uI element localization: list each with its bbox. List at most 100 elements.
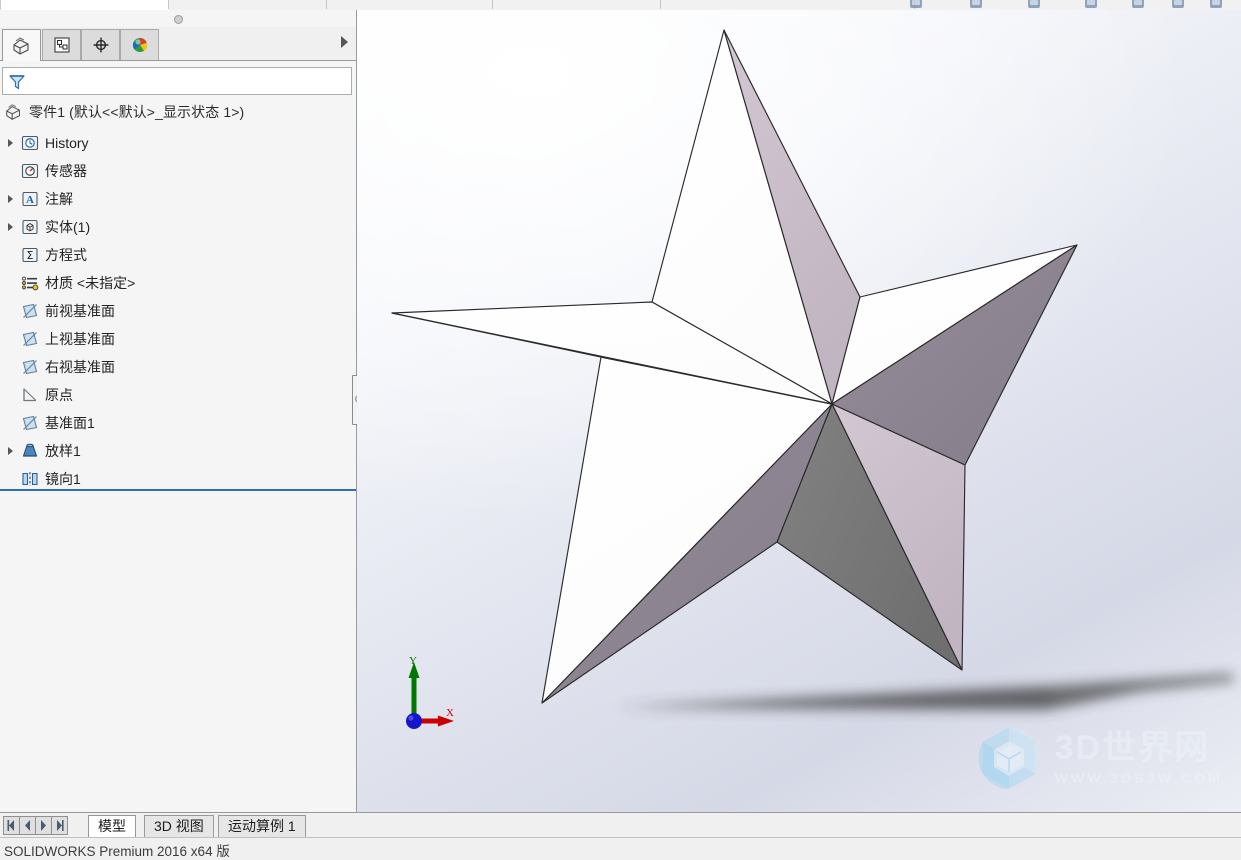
tree-item-label: 实体(1)	[45, 219, 91, 235]
tree-item-label: 上视基准面	[45, 331, 115, 347]
toolbar-icon-1[interactable]	[910, 0, 922, 8]
expand-chevron-icon[interactable]	[4, 437, 20, 465]
tree-item-equations[interactable]: Σ 方程式	[0, 241, 356, 269]
model-shadow	[615, 674, 1235, 710]
triad-x-label: X	[446, 707, 454, 719]
loft-icon	[20, 441, 40, 461]
tree-item-right-plane[interactable]: 右视基准面	[0, 353, 356, 381]
tree-filter-box[interactable]	[2, 67, 352, 95]
tab-feature-manager[interactable]	[2, 29, 41, 61]
document-tab-bar: 模型 3D 视图 运动算例 1	[0, 812, 1241, 838]
tree-item-label: 镜向1	[45, 471, 81, 487]
plane-icon	[20, 329, 40, 349]
expand-tabs-chevron-icon[interactable]	[341, 36, 348, 48]
expand-chevron-icon[interactable]	[4, 185, 20, 213]
tree-item-label: 放样1	[45, 443, 81, 459]
panel-grip-handle[interactable]	[0, 10, 356, 28]
tree-item-solid-bodies[interactable]: 实体(1)	[0, 213, 356, 241]
ribbon-tab-5[interactable]	[660, 0, 916, 9]
ribbon-tab-2[interactable]	[168, 0, 328, 9]
svg-text:Σ: Σ	[27, 249, 34, 262]
history-icon	[20, 133, 40, 153]
first-tab-button[interactable]	[3, 816, 20, 835]
coordinate-triad: Y X	[406, 655, 454, 729]
toolbar-icon-2[interactable]	[970, 0, 982, 8]
solidworks-window: 零件1 (默认<<默认>_显示状态 1>) History 传感器 A 注解 实…	[0, 0, 1241, 859]
ribbon-tab-4[interactable]	[492, 0, 662, 9]
svg-text:A: A	[26, 194, 34, 206]
no-chevron-spacer	[4, 325, 20, 353]
solid-bodies-icon	[20, 217, 40, 237]
material-icon	[20, 273, 40, 293]
tree-root-label: 零件1 (默认<<默认>_显示状态 1>)	[29, 104, 245, 120]
triad-y-label: Y	[409, 655, 417, 667]
tree-item-origin[interactable]: 原点	[0, 381, 356, 409]
graphics-viewport[interactable]: Y X 3D世界网 WWW.3DSJW.COM	[357, 10, 1241, 812]
tree-item-front-plane[interactable]: 前视基准面	[0, 297, 356, 325]
no-chevron-spacer	[4, 157, 20, 185]
status-bar: SOLIDWORKS Premium 2016 x64 版	[0, 837, 1241, 859]
next-tab-button[interactable]	[35, 816, 52, 835]
tree-item-history[interactable]: History	[0, 129, 356, 157]
tree-root-part[interactable]: 零件1 (默认<<默认>_显示状态 1>)	[0, 101, 356, 123]
star-model-render: Y X	[391, 29, 1235, 729]
no-chevron-spacer	[4, 241, 20, 269]
tree-item-label: 材质 <未指定>	[45, 275, 136, 291]
toolbar-icon-7[interactable]	[1210, 0, 1222, 8]
equations-icon: Σ	[20, 245, 40, 265]
annotation-icon: A	[20, 189, 40, 209]
no-chevron-spacer	[4, 409, 20, 437]
toolbar-icon-3[interactable]	[1028, 0, 1040, 8]
grip-dot-icon	[174, 15, 183, 24]
tree-item-material[interactable]: 材质 <未指定>	[0, 269, 356, 297]
star-facets	[391, 29, 1078, 704]
toolbar-icon-5[interactable]	[1132, 0, 1144, 8]
tree-item-label: 基准面1	[45, 415, 95, 431]
no-chevron-spacer	[4, 297, 20, 325]
ribbon-tab-1[interactable]	[0, 0, 170, 10]
property-manager-icon	[53, 37, 70, 53]
expand-chevron-icon[interactable]	[4, 213, 20, 241]
part-icon	[6, 104, 20, 120]
feature-tree: History 传感器 A 注解 实体(1) Σ 方程式 材质 <未指定> 前视…	[0, 129, 356, 493]
tree-item-label: History	[45, 135, 89, 151]
no-chevron-spacer	[4, 381, 20, 409]
toolbar-icon-6[interactable]	[1172, 0, 1184, 8]
feature-tree-icon	[12, 36, 29, 55]
tree-filter-input[interactable]	[31, 72, 347, 92]
tab-display-manager[interactable]	[120, 29, 159, 60]
display-manager-icon	[132, 38, 147, 52]
plane-icon	[20, 301, 40, 321]
tree-item-loft-1[interactable]: 放样1	[0, 437, 356, 465]
tab-property-manager[interactable]	[42, 29, 81, 60]
funnel-icon	[9, 75, 25, 90]
tree-item-label: 方程式	[45, 247, 87, 263]
ribbon-toolbar-icons	[900, 0, 1241, 10]
tree-item-label: 前视基准面	[45, 303, 115, 319]
toolbar-icon-4[interactable]	[1085, 0, 1097, 8]
doc-tab-motion-study[interactable]: 运动算例 1	[218, 815, 306, 837]
tab-configuration-manager[interactable]	[81, 29, 120, 60]
tree-item-sensors[interactable]: 传感器	[0, 157, 356, 185]
product-name-label: SOLIDWORKS Premium 2016 x64 版	[4, 844, 230, 859]
expand-chevron-icon[interactable]	[4, 129, 20, 157]
origin-icon	[20, 385, 40, 405]
rollback-bar[interactable]	[0, 489, 356, 491]
tree-item-top-plane[interactable]: 上视基准面	[0, 325, 356, 353]
manager-tab-strip	[0, 27, 356, 61]
doc-tab-3d-views[interactable]: 3D 视图	[144, 815, 214, 837]
feature-manager-panel: 零件1 (默认<<默认>_显示状态 1>) History 传感器 A 注解 实…	[0, 10, 357, 812]
doc-tab-model[interactable]: 模型	[88, 815, 136, 838]
plane-icon	[20, 413, 40, 433]
tree-item-label: 右视基准面	[45, 359, 115, 375]
tree-item-label: 注解	[45, 191, 73, 207]
ribbon-tab-3[interactable]	[326, 0, 494, 9]
previous-tab-button[interactable]	[19, 816, 36, 835]
tab-nav-buttons	[3, 816, 68, 835]
mirror-icon	[20, 469, 40, 489]
plane-icon	[20, 357, 40, 377]
last-tab-button[interactable]	[51, 816, 68, 835]
no-chevron-spacer	[4, 269, 20, 297]
tree-item-plane-1[interactable]: 基准面1	[0, 409, 356, 437]
tree-item-annotations[interactable]: A 注解	[0, 185, 356, 213]
